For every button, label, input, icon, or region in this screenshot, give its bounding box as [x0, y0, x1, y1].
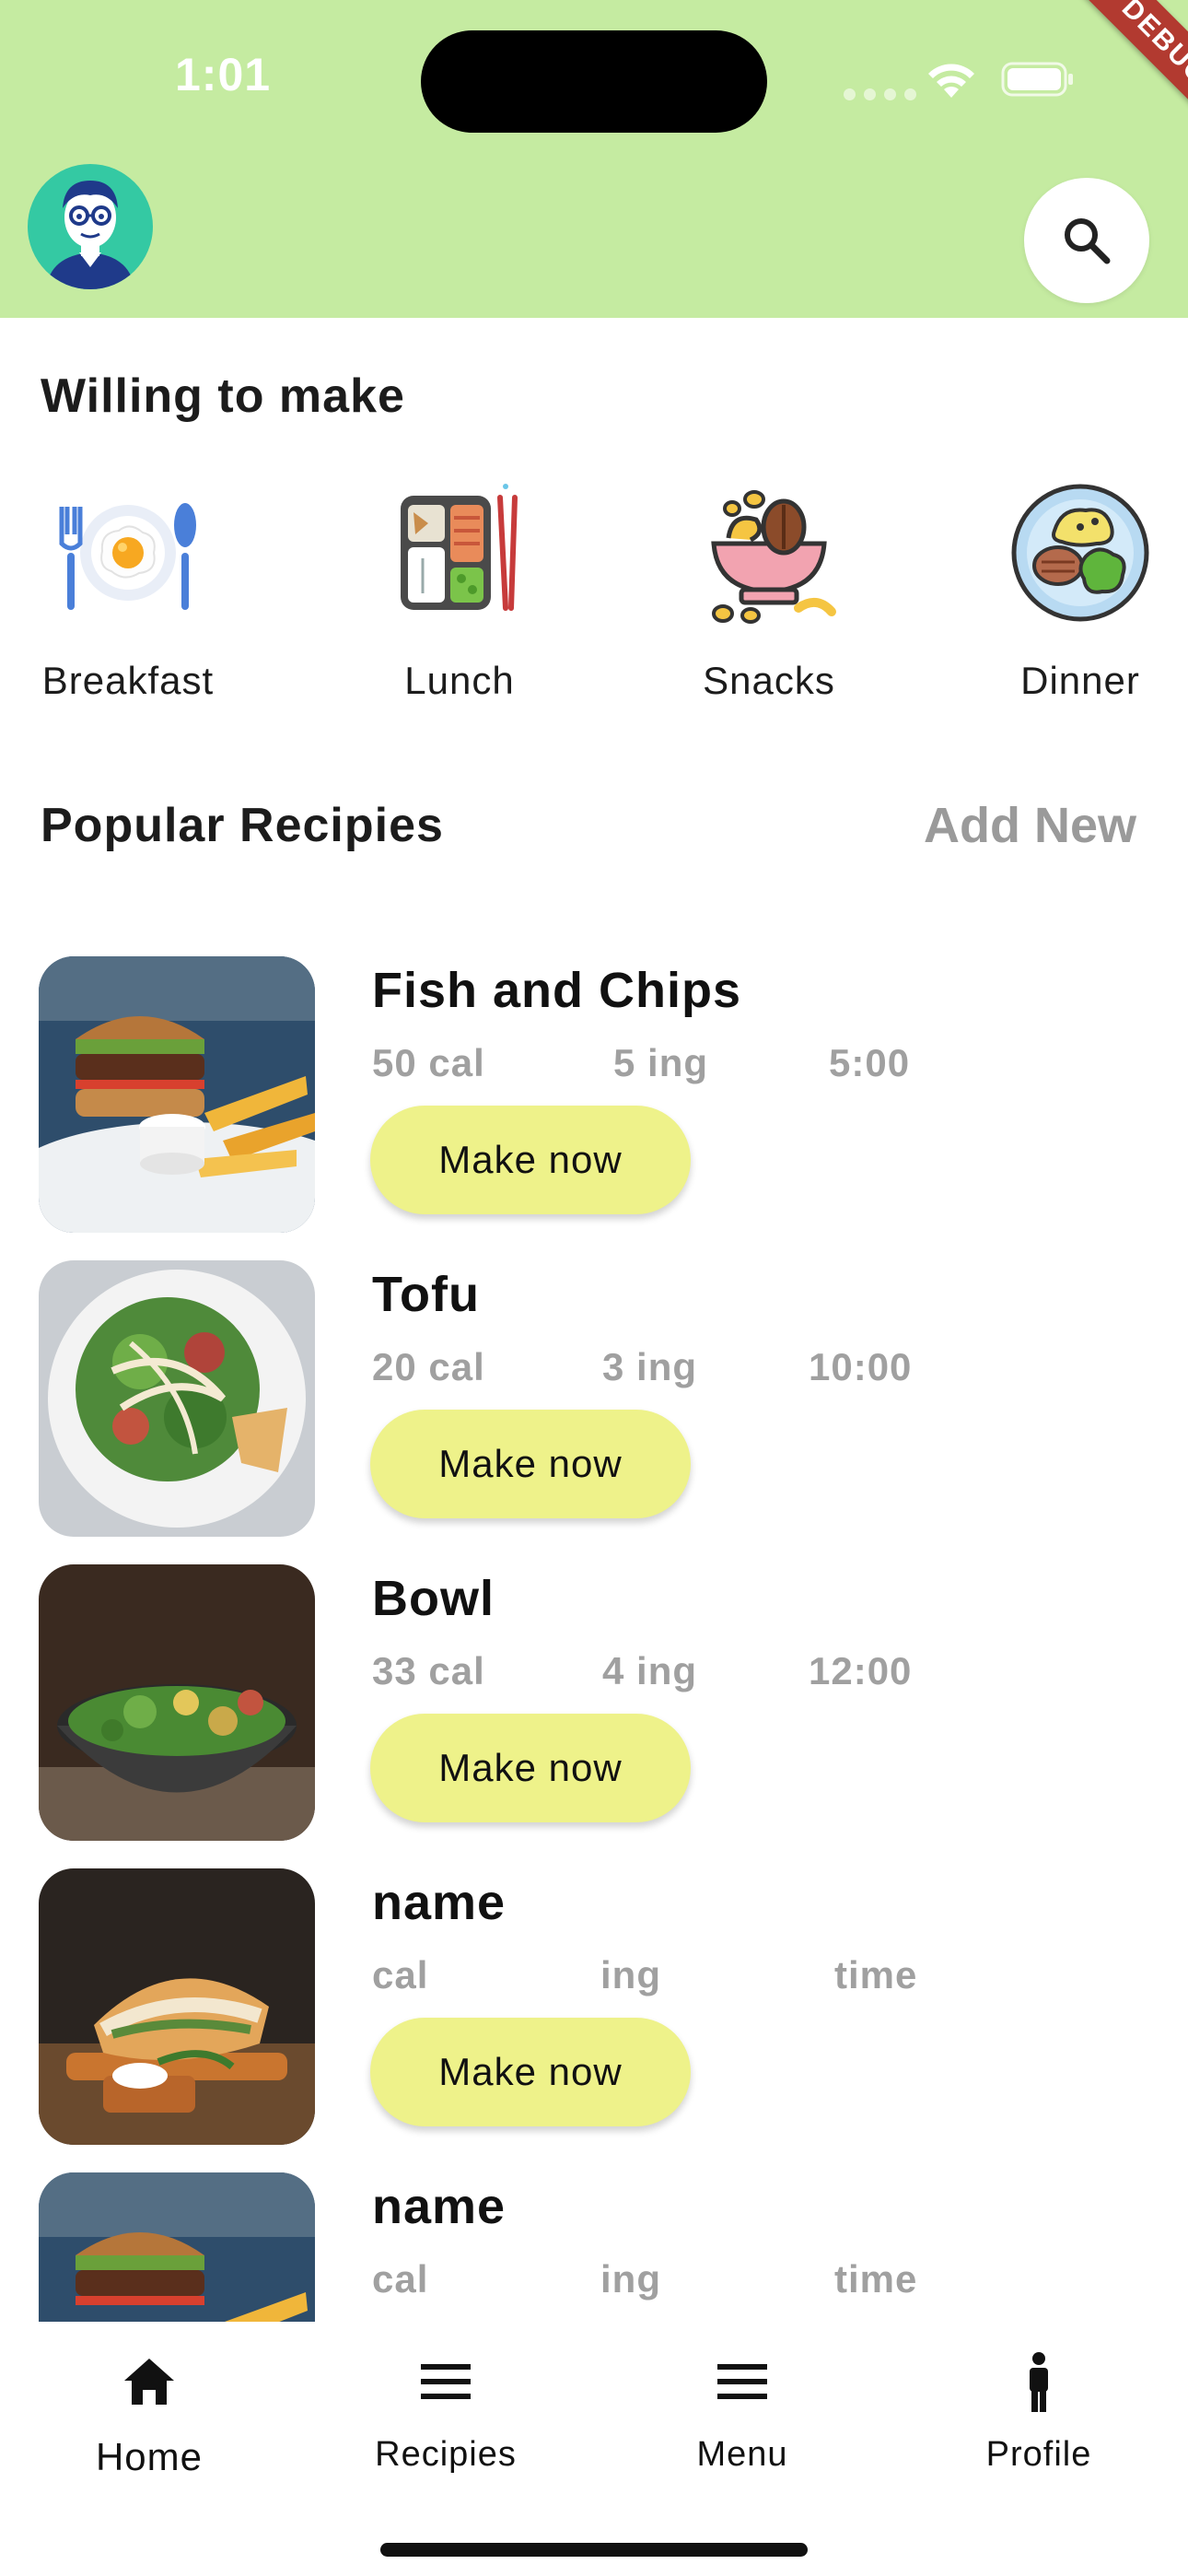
- popular-title: Popular Recipies: [41, 799, 444, 852]
- recipe-name: name: [372, 2179, 507, 2234]
- nav-menu[interactable]: Menu: [604, 2349, 880, 2475]
- recipe-card[interactable]: name cal ing time Make now: [39, 1868, 1144, 2145]
- recipe-card[interactable]: Fish and Chips 50 cal 5 ing 5:00 Make no…: [39, 956, 1144, 1233]
- recipe-calories: 33 cal: [372, 1649, 485, 1692]
- burger-photo: [39, 956, 315, 1233]
- sandwich-photo: [39, 1868, 315, 2145]
- snacks-icon: [711, 490, 836, 624]
- recipe-name: Bowl: [372, 1571, 495, 1626]
- nav-label: Profile: [985, 2435, 1092, 2474]
- recipe-calories: 50 cal: [372, 1041, 485, 1084]
- bottom-navigation: Home Recipies Menu Profile: [0, 2322, 1188, 2576]
- nav-home[interactable]: Home: [11, 2349, 287, 2479]
- menu-icon: [717, 2364, 767, 2399]
- bowl-photo: [39, 1564, 315, 1841]
- recipe-ingredients: 5 ing: [613, 1041, 709, 1084]
- menu-icon: [421, 2364, 471, 2399]
- category-label: Breakfast: [41, 659, 215, 702]
- make-now-button[interactable]: Make now: [370, 1714, 691, 1822]
- recipe-card[interactable]: Tofu 20 cal 3 ing 10:00 Make now: [39, 1260, 1144, 1537]
- category-breakfast[interactable]: Breakfast: [22, 479, 234, 703]
- willing-title: Willing to make: [41, 369, 405, 423]
- recipe-ingredients: ing: [600, 1953, 661, 1996]
- wifi-icon: [928, 64, 974, 98]
- nav-recipies[interactable]: Recipies: [308, 2349, 584, 2475]
- category-label: Snacks: [703, 659, 835, 702]
- recipe-time: 10:00: [809, 1345, 913, 1388]
- nav-label: Menu: [696, 2435, 788, 2474]
- recipe-name: Tofu: [372, 1267, 480, 1322]
- user-avatar-icon[interactable]: [28, 164, 153, 289]
- recipe-calories: cal: [372, 1953, 429, 1996]
- home-indicator[interactable]: [380, 2543, 808, 2557]
- nav-label: Home: [95, 2435, 204, 2478]
- category-dinner[interactable]: Dinner: [974, 479, 1186, 703]
- category-label: Lunch: [404, 659, 515, 702]
- battery-icon: [1001, 62, 1073, 97]
- search-icon: [1065, 218, 1111, 264]
- add-new-link[interactable]: Add New: [924, 797, 1136, 854]
- category-lunch[interactable]: Lunch: [354, 479, 565, 703]
- breakfast-icon: [59, 503, 196, 610]
- recipe-calories: cal: [372, 2257, 429, 2301]
- recipe-ingredients: 4 ing: [602, 1649, 698, 1692]
- recipe-card[interactable]: Bowl 33 cal 4 ing 12:00 Make now: [39, 1564, 1144, 1841]
- status-time: 1:01: [175, 49, 272, 100]
- lunch-icon: [401, 484, 518, 611]
- make-now-button[interactable]: Make now: [370, 1410, 691, 1518]
- home-icon: [124, 2359, 174, 2405]
- dinner-icon: [1011, 484, 1149, 622]
- recipe-calories: 20 cal: [372, 1345, 485, 1388]
- make-now-button[interactable]: Make now: [370, 1106, 691, 1214]
- recipe-time: time: [834, 1953, 918, 1996]
- make-now-button[interactable]: Make now: [370, 2018, 691, 2126]
- search-button[interactable]: [1024, 178, 1149, 303]
- recipe-time: 5:00: [829, 1041, 911, 1084]
- salad-photo: [39, 1260, 315, 1537]
- nav-label: Recipies: [375, 2435, 517, 2474]
- recipe-name: name: [372, 1875, 507, 1930]
- recipe-time: time: [834, 2257, 918, 2301]
- category-snacks[interactable]: Snacks: [663, 479, 875, 703]
- recipe-ingredients: 3 ing: [602, 1345, 698, 1388]
- cellular-signal-icon: [844, 88, 916, 100]
- person-icon: [1030, 2352, 1048, 2412]
- recipe-name: Fish and Chips: [372, 963, 742, 1018]
- nav-profile[interactable]: Profile: [901, 2349, 1177, 2475]
- recipe-ingredients: ing: [600, 2257, 661, 2301]
- recipe-time: 12:00: [809, 1649, 913, 1692]
- category-label: Dinner: [1020, 659, 1140, 702]
- dynamic-island: [421, 30, 767, 133]
